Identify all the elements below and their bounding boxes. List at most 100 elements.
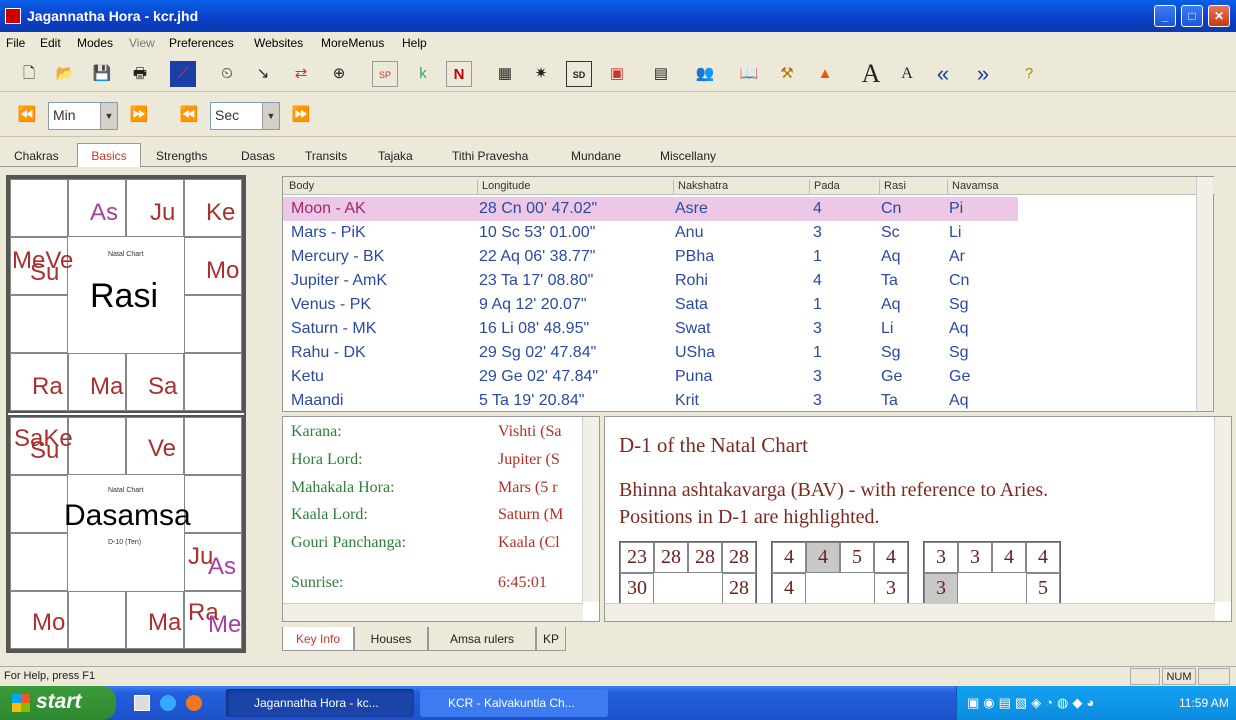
tab-mundane[interactable]: Mundane [571, 147, 621, 167]
menu-help[interactable]: Help [402, 36, 427, 50]
print-icon[interactable]: 🖶 [127, 61, 153, 87]
time-forward-icon[interactable]: ⏩ [126, 102, 152, 128]
tab-amsa-rulers[interactable]: Amsa rulers [428, 627, 536, 651]
col-rasi[interactable]: Rasi [879, 180, 947, 195]
maximize-button[interactable]: □ [1181, 5, 1203, 27]
tab-transits[interactable]: Transits [305, 147, 347, 167]
menu-file[interactable]: File [6, 36, 25, 50]
tab-houses[interactable]: Houses [354, 627, 428, 651]
tab-dasas[interactable]: Dasas [241, 147, 275, 167]
tools-icon[interactable]: ⚒ [774, 61, 800, 87]
close-button[interactable]: ✕ [1208, 5, 1230, 27]
sec-back-icon[interactable]: ⏪ [176, 102, 202, 128]
col-body[interactable]: Body [285, 180, 477, 195]
keyinfo-hscroll[interactable] [283, 603, 583, 621]
bav-hscroll[interactable] [605, 603, 1215, 621]
tab-miscellany[interactable]: Miscellany [660, 147, 716, 167]
open-icon[interactable]: 📂 [52, 61, 78, 87]
transit-icon[interactable]: ↘ [250, 61, 276, 87]
table-cell: Asre [675, 200, 708, 217]
task-kcr-browser[interactable]: KCR - Kalvakuntla Ch... [420, 689, 608, 717]
people-icon[interactable]: 👥 [692, 61, 718, 87]
tab-strengths[interactable]: Strengths [156, 147, 207, 167]
tab-basics[interactable]: Basics [77, 143, 141, 167]
ie-icon[interactable] [160, 695, 176, 711]
task-jagannatha-hora[interactable]: Jagannatha Hora - kc... [226, 689, 414, 717]
dasamsa-chart[interactable]: SaKe Su Ve Ju As Mo Ma Ra Me Natal Chart… [8, 415, 244, 651]
save-icon[interactable]: 💾 [89, 61, 115, 87]
planet-label: Mo [32, 609, 66, 636]
table-row[interactable]: Mars - PiK 10 Sc 53' 01.00" Anu 3 Sc Li [283, 221, 1018, 245]
time-unit-select-2[interactable]: Sec ▼ [210, 102, 280, 130]
minimize-button[interactable]: _ [1154, 5, 1176, 27]
sd-icon[interactable]: SD [566, 61, 592, 87]
shift-icon[interactable]: ⇄ [288, 61, 314, 87]
book-icon[interactable]: 📖 [736, 61, 762, 87]
bav-line2: Positions in D-1 are highlighted. [619, 506, 880, 528]
firefox-icon[interactable] [186, 695, 202, 711]
table-row[interactable]: Maandi 5 Ta 19' 20.84" Krit 3 Ta Aq [283, 389, 1018, 413]
col-navamsa[interactable]: Navamsa [947, 180, 1017, 195]
font-smaller-icon[interactable]: A [894, 61, 920, 87]
tab-chakras[interactable]: Chakras [14, 147, 59, 167]
sun-icon[interactable]: ✷ [528, 61, 554, 87]
special-icon[interactable]: SP [372, 61, 398, 87]
tab-tajaka[interactable]: Tajaka [378, 147, 413, 167]
table-row[interactable]: Venus - PK 9 Aq 12' 20.07" Sata 1 Aq Sg [283, 293, 1018, 317]
square-icon[interactable]: ▣ [604, 61, 630, 87]
menu-view[interactable]: View [129, 36, 155, 50]
table-row[interactable]: Mercury - BK 22 Aq 06' 38.77" PBha 1 Aq Ar [283, 245, 1018, 269]
grid-icon[interactable]: ▦ [492, 61, 518, 87]
table-row[interactable]: Moon - AK 28 Cn 00' 47.02" Asre 4 Cn Pi [283, 197, 1018, 221]
time-back-icon[interactable]: ⏪ [14, 102, 40, 128]
col-longitude[interactable]: Longitude [477, 180, 673, 195]
table-icon[interactable]: ▤ [648, 61, 674, 87]
data-icon[interactable]: ⏲ [214, 61, 240, 87]
mahakala-hora-label: Mahakala Hora: [291, 479, 395, 496]
tab-key-info[interactable]: Key Info [282, 627, 354, 651]
menu-moremenus[interactable]: MoreMenus [321, 36, 384, 50]
sec-forward-icon[interactable]: ⏩ [288, 102, 314, 128]
chevron-down-icon[interactable]: ▼ [100, 103, 117, 129]
chart-cell [184, 417, 242, 475]
table-row[interactable]: Ketu 29 Ge 02' 47.84" Puna 3 Ge Ge [283, 365, 1018, 389]
new-icon[interactable]: 🗋 [16, 61, 42, 87]
left-splitter[interactable] [262, 175, 279, 653]
globe-icon[interactable]: ⊕ [326, 61, 352, 87]
keyinfo-vscroll[interactable] [582, 417, 599, 602]
menu-preferences[interactable]: Preferences [169, 36, 234, 50]
chart-cell [68, 591, 126, 649]
table-cell: Aq [949, 320, 969, 337]
chart-name: Rasi [90, 277, 159, 315]
table-cell: Ta [881, 392, 898, 409]
table-row[interactable]: Jupiter - AmK 23 Ta 17' 08.80" Rohi 4 Ta Cn [283, 269, 1018, 293]
time-unit-select-1[interactable]: Min ▼ [48, 102, 118, 130]
menu-websites[interactable]: Websites [254, 36, 303, 50]
table-row[interactable]: Saturn - MK 16 Li 08' 48.95" Swat 3 Li Aq [283, 317, 1018, 341]
chevron-down-icon[interactable]: ▼ [262, 103, 279, 129]
back-icon[interactable]: « [930, 61, 956, 87]
menu-modes[interactable]: Modes [77, 36, 113, 50]
show-desktop-icon[interactable] [134, 695, 150, 711]
font-larger-icon[interactable]: A [858, 61, 884, 87]
nakshatra-icon[interactable]: N [446, 61, 472, 87]
table-row[interactable]: Rahu - DK 29 Sg 02' 47.84" USha 1 Sg Sg [283, 341, 1018, 365]
gouri-panchanga-label: Gouri Panchanga: [291, 534, 407, 551]
col-nakshatra[interactable]: Nakshatra [673, 180, 809, 195]
time-unit-value-2: Sec [215, 107, 240, 123]
col-pada[interactable]: Pada [809, 180, 879, 195]
forward-icon[interactable]: » [970, 61, 996, 87]
rasi-chart[interactable]: As Ju Ke MeVe Su Mo Ra Ma Sa Natal Chart… [8, 177, 244, 413]
chart-icon[interactable]: ⟋ [170, 61, 196, 87]
tab-tithi-pravesha[interactable]: Tithi Pravesha [452, 147, 528, 167]
bav-vscroll[interactable] [1214, 417, 1231, 602]
tray-icons[interactable]: ▣◉▤▧◈◔◍◆◕ [967, 695, 1098, 711]
bav-grid-1: 23 28 28 28 30 28 [619, 541, 757, 605]
fire-icon[interactable]: ▲ [812, 61, 838, 87]
tab-kp[interactable]: KP [536, 627, 566, 651]
kp-icon[interactable]: k [410, 61, 436, 87]
help-icon[interactable]: ? [1016, 61, 1042, 87]
chart-cell [10, 533, 68, 591]
table-scrollbar[interactable] [1196, 177, 1213, 411]
menu-edit[interactable]: Edit [40, 36, 61, 50]
